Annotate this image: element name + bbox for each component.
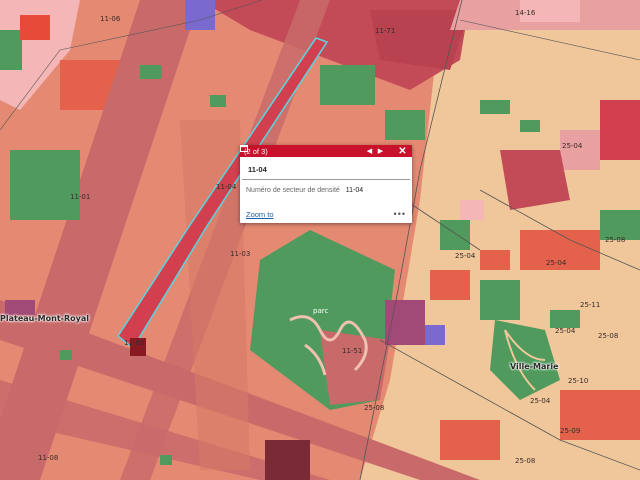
popup-counter: (2 of 3): [244, 146, 268, 156]
sector-label: 11-08: [38, 454, 59, 462]
sector-label: 25-04: [546, 259, 567, 267]
dock-icon[interactable]: [240, 145, 397, 157]
popup-title: 11-04: [242, 157, 410, 180]
zoom-to-link[interactable]: Zoom to: [246, 210, 394, 219]
sector-label: 25-04: [562, 142, 583, 150]
sector-label: 25-09: [560, 427, 581, 435]
sector-label: parc: [313, 307, 329, 315]
sector-label: 25-04: [555, 327, 576, 335]
sector-label: 11-06: [100, 15, 121, 23]
map-view[interactable]: 11-06 11-71 14-16 11-01 11-04 11-03 parc…: [0, 0, 640, 480]
popup-attribute-row: Numéro de secteur de densité 11-04: [240, 180, 412, 194]
place-name-ville-marie: Ville-Marie: [510, 362, 559, 371]
sector-label: 25-08: [515, 457, 536, 465]
more-options-button[interactable]: •••: [394, 209, 406, 219]
attribute-value: 11-04: [345, 187, 364, 194]
sector-label: 14-16: [515, 9, 536, 17]
sector-label: 11-04: [216, 183, 237, 191]
sector-label: 25-11: [580, 301, 601, 309]
sector-label: 25-08: [598, 332, 619, 340]
popup-header: (2 of 3) ◀ ▶ ✕: [240, 145, 412, 157]
sector-label: 11-71: [375, 27, 396, 35]
sector-label: 11-01: [70, 193, 91, 201]
prev-arrow-icon[interactable]: ◀: [364, 146, 375, 157]
sector-label: 25-10: [568, 377, 589, 385]
sector-label: 11-51: [342, 347, 363, 355]
popup-footer: Zoom to •••: [246, 209, 406, 219]
next-arrow-icon[interactable]: ▶: [375, 146, 386, 157]
sector-label: 25-08: [605, 236, 626, 244]
close-icon[interactable]: ✕: [397, 146, 408, 157]
sector-label: 11-06: [124, 339, 145, 347]
map-canvas: [0, 0, 640, 480]
place-name-plateau: Plateau-Mont-Royal: [0, 314, 89, 323]
attribute-label: Numéro de secteur de densité: [246, 187, 340, 194]
feature-popup: (2 of 3) ◀ ▶ ✕ 11-04 Numéro de secteur d…: [240, 145, 412, 223]
sector-label: 25-04: [530, 397, 551, 405]
sector-label: 11-03: [230, 250, 251, 258]
sector-label: 25-08: [364, 404, 385, 412]
sector-label: 25-04: [455, 252, 476, 260]
